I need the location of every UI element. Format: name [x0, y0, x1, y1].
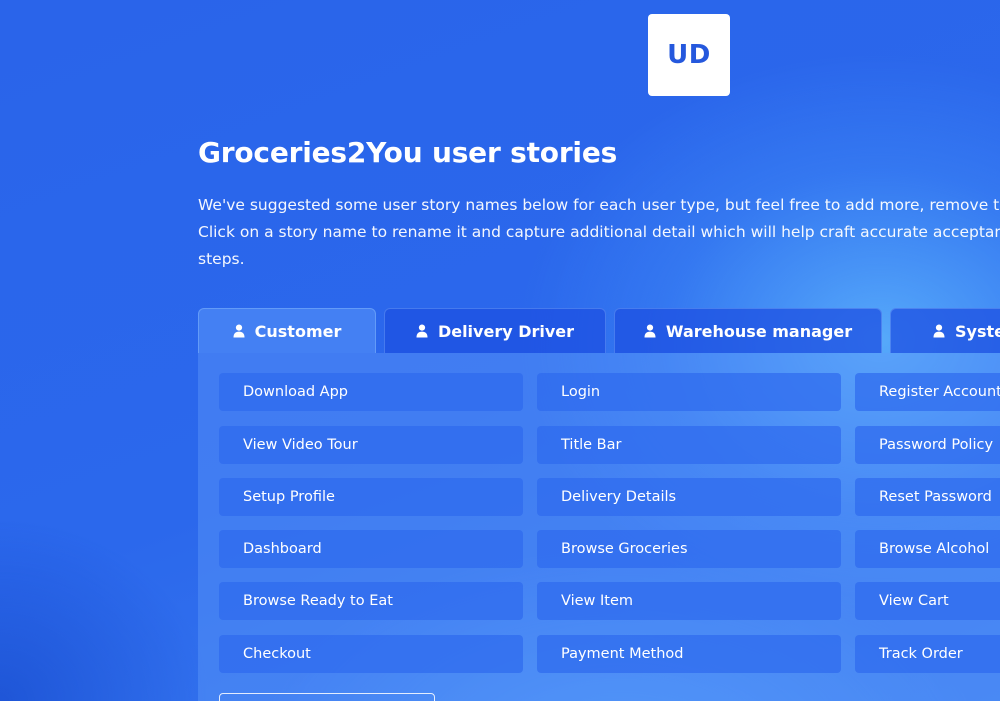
- story-label: Browse Ready to Eat: [243, 593, 393, 609]
- story-card[interactable]: Register Account: [855, 373, 1000, 411]
- tab-label: Warehouse manager: [665, 321, 853, 341]
- story-card[interactable]: Browse Alcohol: [855, 530, 1000, 568]
- person-icon: [233, 324, 245, 338]
- story-card[interactable]: Download App: [219, 373, 523, 411]
- story-label: Reset Password: [879, 489, 992, 505]
- person-icon: [416, 324, 428, 338]
- story-label: Browse Groceries: [561, 541, 688, 557]
- story-card[interactable]: Delivery Details: [537, 478, 841, 516]
- story-label: Setup Profile: [243, 489, 335, 505]
- story-label: Title Bar: [561, 437, 622, 453]
- story-card[interactable]: Reset Password: [855, 478, 1000, 516]
- tab-delivery-driver[interactable]: Delivery Driver: [384, 308, 606, 353]
- story-card[interactable]: Browse Ready to Eat: [219, 582, 523, 620]
- intro-line-1: We've suggested some user story names be…: [198, 196, 1000, 214]
- intro-line-3: steps.: [198, 250, 245, 268]
- story-label: Register Account: [879, 384, 1000, 400]
- tab-system[interactable]: System: [890, 308, 1000, 353]
- story-label: Dashboard: [243, 541, 322, 557]
- tab-warehouse-manager[interactable]: Warehouse manager: [614, 308, 882, 353]
- story-label: View Cart: [879, 593, 949, 609]
- story-card[interactable]: View Video Tour: [219, 426, 523, 464]
- story-label: Checkout: [243, 646, 311, 662]
- add-story-button[interactable]: [219, 693, 435, 701]
- person-icon: [933, 324, 945, 338]
- story-card[interactable]: View Cart: [855, 582, 1000, 620]
- story-label: Browse Alcohol: [879, 541, 990, 557]
- story-card[interactable]: Password Policy: [855, 426, 1000, 464]
- user-type-tabs: Customer Delivery Driver Warehouse manag…: [198, 308, 1000, 353]
- story-card[interactable]: Checkout: [219, 635, 523, 673]
- story-label: Track Order: [879, 646, 963, 662]
- story-label: Password Policy: [879, 437, 994, 453]
- story-card[interactable]: Browse Groceries: [537, 530, 841, 568]
- tab-label: Customer: [254, 321, 342, 341]
- story-card[interactable]: View Item: [537, 582, 841, 620]
- story-card[interactable]: Track Order: [855, 635, 1000, 673]
- tab-label: System: [955, 321, 1000, 341]
- tab-customer[interactable]: Customer: [198, 308, 376, 353]
- story-label: View Video Tour: [243, 437, 358, 453]
- story-label: Download App: [243, 384, 349, 400]
- tab-label: Delivery Driver: [437, 321, 575, 341]
- page-title: Groceries2You user stories: [198, 136, 618, 169]
- intro-text: We've suggested some user story names be…: [198, 192, 1000, 273]
- app-logo: UD: [648, 14, 730, 96]
- logo-text: UD: [667, 40, 711, 70]
- story-label: Delivery Details: [561, 489, 677, 505]
- story-card[interactable]: Payment Method: [537, 635, 841, 673]
- person-icon: [644, 324, 656, 338]
- story-card[interactable]: Login: [537, 373, 841, 411]
- story-card[interactable]: Title Bar: [537, 426, 841, 464]
- story-card[interactable]: Setup Profile: [219, 478, 523, 516]
- story-label: Login: [561, 384, 601, 400]
- story-label: Payment Method: [561, 646, 684, 662]
- story-label: View Item: [561, 593, 634, 609]
- story-card[interactable]: Dashboard: [219, 530, 523, 568]
- intro-line-2: Click on a story name to rename it and c…: [198, 223, 1000, 241]
